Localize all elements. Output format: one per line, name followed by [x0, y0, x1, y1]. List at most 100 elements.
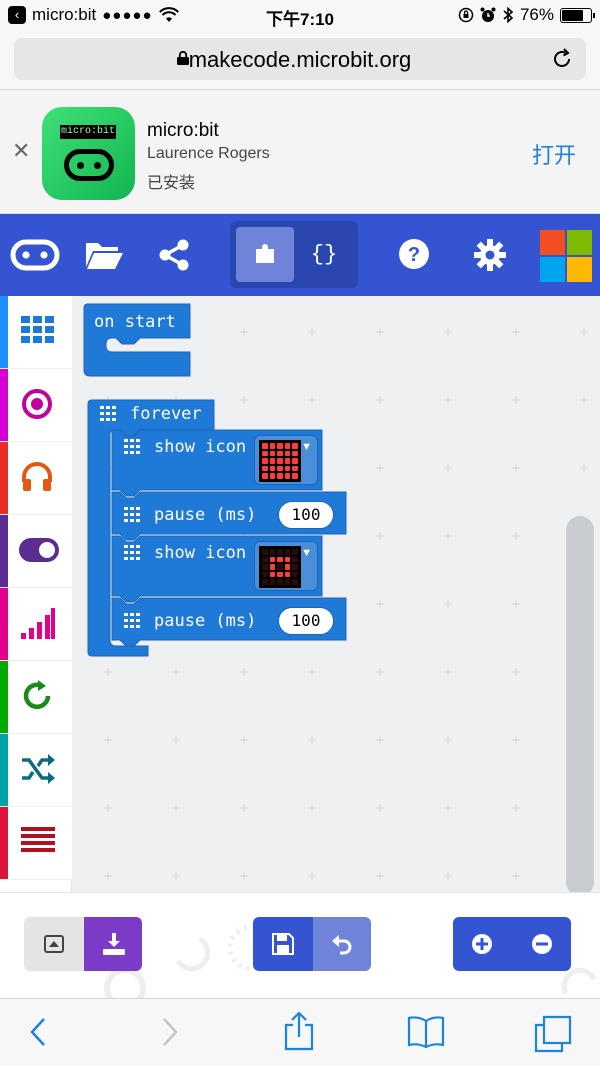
reload-icon[interactable]: [550, 47, 574, 71]
download-button[interactable]: [84, 917, 142, 971]
led-matrix-2: [259, 546, 301, 588]
blocks-canvas: [83, 303, 347, 657]
open-folder-icon[interactable]: [84, 239, 124, 271]
led-cell: [269, 549, 276, 555]
led-cell: [284, 579, 291, 585]
editor-bottom-bar: [0, 892, 600, 999]
led-cell: [277, 458, 283, 464]
led-cell: [284, 549, 291, 555]
led-cell: [269, 579, 276, 585]
led-cell: [292, 549, 298, 555]
forever-label: forever: [130, 404, 202, 424]
bookmarks-icon[interactable]: [407, 1015, 445, 1049]
editor-toolbar: {} ?: [0, 214, 600, 296]
led-cell: [262, 465, 268, 472]
editor-mode-toggle: {}: [230, 221, 358, 288]
address-bar[interactable]: makecode.microbit.org: [14, 38, 586, 80]
app-icon-logo-text: micro:bit: [60, 125, 116, 139]
led-cell: [269, 571, 276, 578]
led-cell: [269, 443, 276, 449]
led-cell: [284, 443, 291, 449]
app-icon: micro:bit: [42, 107, 135, 200]
led-cell: [284, 556, 291, 563]
led-cell: [277, 473, 283, 479]
pause-value-1[interactable]: 100: [278, 501, 334, 529]
collapse-simulator-icon: [44, 935, 64, 953]
dropdown-caret-icon: ▼: [301, 441, 312, 453]
battery-fill: [562, 9, 584, 21]
close-banner-button[interactable]: ✕: [12, 138, 30, 164]
led-cell: [269, 450, 276, 457]
led-cell: [292, 579, 298, 585]
save-button[interactable]: [253, 917, 313, 971]
forward-arrow-icon[interactable]: [160, 1017, 180, 1047]
led-cell: [262, 579, 268, 585]
puzzle-icon: [256, 244, 274, 263]
show-icon-label-2: show icon: [154, 543, 247, 563]
led-cell: [277, 450, 283, 457]
browser-toolbar: [0, 998, 600, 1066]
status-bar: ‹ micro:bit ●●●●● 下午7:10 76%: [0, 0, 600, 32]
tabs-icon[interactable]: [534, 1015, 572, 1053]
led-cell: [284, 450, 291, 457]
microbit-face-icon: [64, 149, 114, 181]
basic-grid-icon: [124, 613, 140, 628]
dropdown-caret-icon: ▼: [301, 547, 312, 559]
led-cell: [292, 465, 298, 472]
blocks-mode-button[interactable]: [236, 227, 294, 282]
pause-value-2[interactable]: 100: [278, 607, 334, 635]
alarm-icon: [480, 7, 496, 22]
share-sheet-icon[interactable]: [284, 1011, 314, 1051]
led-cell: [269, 465, 276, 472]
app-install-status: 已安装: [147, 175, 196, 192]
battery-percent: 76%: [519, 5, 554, 24]
led-cell: [277, 556, 283, 563]
basic-grid-icon: [124, 439, 140, 454]
app-name: micro:bit: [147, 120, 219, 141]
microsoft-logo-icon[interactable]: [540, 230, 592, 282]
battery-icon: [560, 7, 595, 23]
settings-gear-icon[interactable]: [473, 238, 507, 272]
share-icon[interactable]: [157, 238, 191, 272]
led-cell: [292, 556, 298, 563]
smart-app-banner: ✕ micro:bit micro:bit Laurence Rogers 已安…: [0, 90, 600, 214]
led-cell: [269, 564, 276, 570]
basic-grid-icon: [124, 545, 140, 560]
zoom-out-icon[interactable]: [531, 933, 553, 955]
help-icon[interactable]: ?: [398, 238, 430, 270]
led-cell: [277, 579, 283, 585]
icon-picker-2[interactable]: ▼: [254, 541, 318, 591]
led-cell: [262, 549, 268, 555]
led-cell: [292, 443, 298, 449]
orientation-lock-icon: [458, 7, 474, 23]
led-cell: [262, 450, 268, 457]
show-icon-label-1: show icon: [154, 437, 247, 457]
undo-icon: [332, 935, 352, 955]
led-cell: [277, 549, 283, 555]
microbit-home-icon[interactable]: [10, 239, 60, 271]
save-disk-icon: [272, 933, 294, 955]
led-cell: [292, 458, 298, 464]
toggle-simulator-button[interactable]: [24, 917, 84, 971]
led-cell: [284, 473, 291, 479]
led-cell: [292, 450, 298, 457]
open-app-button[interactable]: 打开: [532, 138, 576, 170]
led-cell: [262, 571, 268, 578]
led-cell: [277, 564, 283, 570]
url-text: makecode.microbit.org: [188, 47, 412, 72]
led-cell: [262, 443, 268, 449]
led-cell: [277, 465, 283, 472]
zoom-in-icon[interactable]: [471, 933, 493, 955]
back-arrow-icon[interactable]: [28, 1017, 48, 1047]
led-cell: [262, 473, 268, 479]
javascript-mode-button[interactable]: {}: [296, 227, 352, 282]
icon-picker-1[interactable]: ▼: [254, 435, 318, 485]
bluetooth-icon: [503, 6, 514, 24]
led-cell: [269, 473, 276, 479]
undo-button[interactable]: [313, 917, 371, 971]
led-cell: [292, 473, 298, 479]
page: ‹ micro:bit ●●●●● 下午7:10 76% makecode.mi…: [0, 0, 600, 1066]
browser-address-area: makecode.microbit.org: [0, 32, 600, 90]
workspace-scrollbar[interactable]: [566, 516, 594, 896]
on-start-label: on start: [94, 312, 176, 332]
